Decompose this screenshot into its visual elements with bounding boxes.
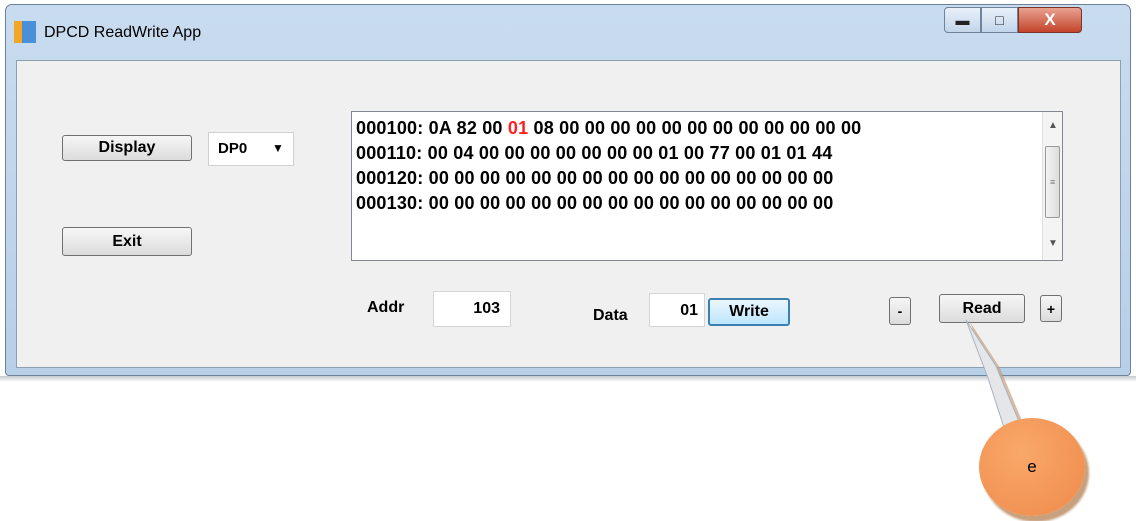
callout-label: e <box>1027 457 1037 476</box>
callout-badge: e <box>979 418 1085 516</box>
callout-pointer <box>965 319 1030 446</box>
